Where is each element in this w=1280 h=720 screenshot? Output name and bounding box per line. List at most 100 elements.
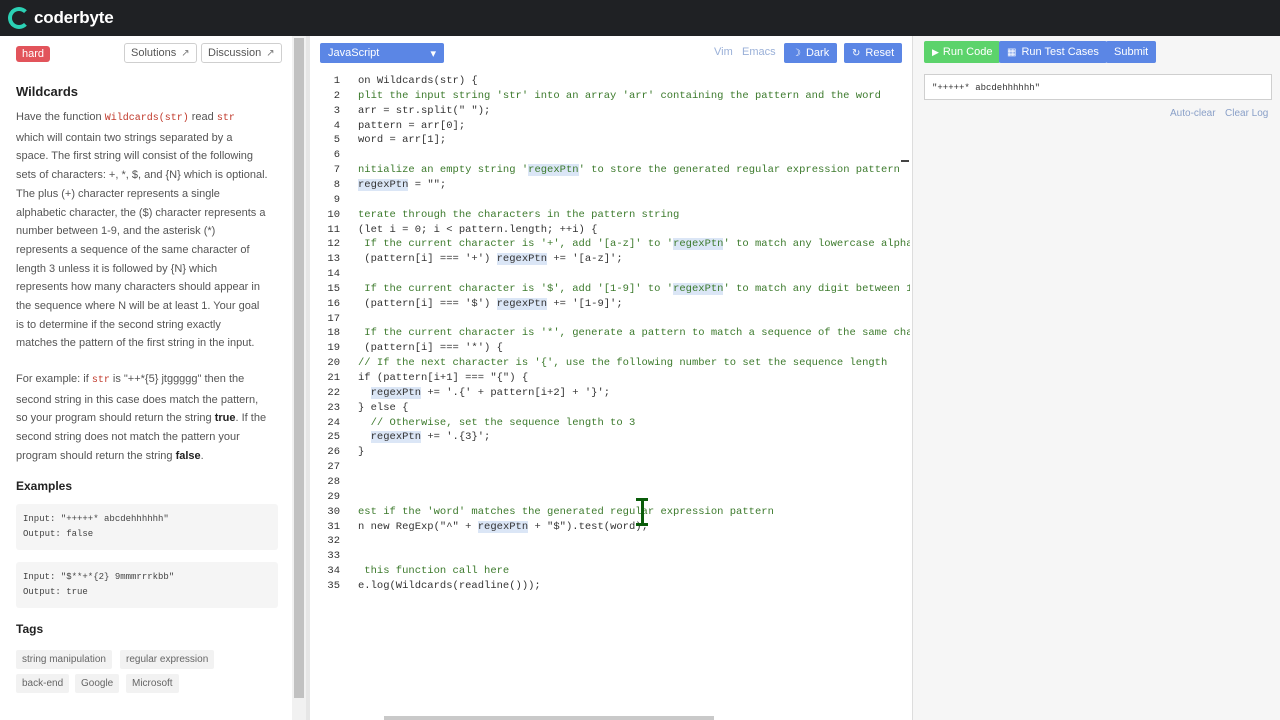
line-number: 6	[333, 149, 340, 162]
code-line[interactable]: 4 pattern = arr[0];	[310, 119, 910, 134]
moon-icon: ☽	[792, 47, 801, 59]
code-line[interactable]: 6	[310, 148, 910, 163]
code-text: pattern = arr[0];	[358, 119, 466, 132]
code-line[interactable]: 31 n new RegExp("^" + regexPtn + "$").tes…	[310, 520, 910, 535]
code-line[interactable]: 32	[310, 534, 910, 549]
line-number: 5	[333, 134, 340, 147]
run-code-label: Run Code	[942, 46, 993, 58]
tag-regular-expression[interactable]: regular expression	[120, 650, 215, 669]
code-line[interactable]: 17	[310, 312, 910, 327]
code-line[interactable]: 1 on Wildcards(str) {	[310, 74, 910, 89]
coderbyte-logo-icon[interactable]	[8, 7, 30, 29]
code-line[interactable]: 14	[310, 267, 910, 282]
line-number: 15	[327, 282, 340, 295]
code-line[interactable]: 12 If the current character is '+', add …	[310, 237, 910, 252]
custom-input-field[interactable]: "+++++* abcdehhhhhh"	[924, 74, 1272, 100]
tag-google[interactable]: Google	[75, 674, 120, 693]
line-number: 10	[327, 208, 340, 221]
code-text: (pattern[i] === '*') {	[358, 342, 503, 355]
line-number: 3	[333, 104, 340, 117]
tag-microsoft[interactable]: Microsoft	[126, 674, 179, 693]
play-icon: ▶	[932, 46, 939, 57]
code-text: terate through the characters in the pat…	[358, 208, 680, 221]
code-text: If the current character is '*', generat…	[358, 327, 910, 340]
line-number: 34	[327, 565, 340, 578]
code-text: If the current character is '+', add '[a…	[358, 238, 910, 251]
code-line[interactable]: 7 nitialize an empty string 'regexPtn' to…	[310, 163, 910, 178]
code-line[interactable]: 25 regexPtn += '.{3}';	[310, 430, 910, 445]
line-number: 2	[333, 89, 340, 102]
desc-text: .	[200, 449, 204, 462]
code-line[interactable]: 22 regexPtn += '.{' + pattern[i+2] + '}'…	[310, 386, 910, 401]
run-test-cases-label: Run Test Cases	[1021, 46, 1099, 58]
code-line[interactable]: 21 if (pattern[i+1] === "{") {	[310, 371, 910, 386]
tag-string-manipulation[interactable]: string manipulation	[16, 650, 112, 669]
solutions-button[interactable]: Solutions ↗	[124, 43, 197, 63]
code-line[interactable]: 5 word = arr[1];	[310, 133, 910, 148]
code-line[interactable]: 30 est if the 'word' matches the generate…	[310, 505, 910, 520]
line-number: 1	[333, 75, 340, 87]
example-output: Output: true	[23, 587, 88, 597]
code-line[interactable]: 8 regexPtn = "";	[310, 178, 910, 193]
vim-mode-toggle[interactable]: Vim	[714, 46, 733, 58]
run-test-cases-button[interactable]: ▦ Run Test Cases	[999, 41, 1107, 63]
discussion-button[interactable]: Discussion ↗	[201, 43, 282, 63]
dark-theme-button[interactable]: ☽ Dark	[784, 43, 838, 63]
problem-panel-scrollbar[interactable]	[292, 36, 306, 720]
auto-clear-toggle[interactable]: Auto-clear	[1170, 108, 1216, 119]
code-text: if (pattern[i+1] === "{") {	[358, 372, 529, 384]
code-line[interactable]: 29	[310, 490, 910, 505]
code-line[interactable]: 33	[310, 549, 910, 564]
desc-text: second string does not match the pattern…	[16, 431, 240, 444]
code-line[interactable]: 23} else {	[310, 401, 910, 416]
editor-horizontal-scrollbar[interactable]	[384, 716, 714, 720]
line-number: 17	[327, 312, 340, 325]
code-text: If the current character is '$', add '[1…	[358, 282, 910, 295]
example-output: Output: false	[23, 529, 94, 539]
code-line[interactable]: 28	[310, 475, 910, 490]
code-line[interactable]: 18 If the current character is '*', gene…	[310, 326, 910, 341]
code-line[interactable]: 13 (pattern[i] === '+') regexPtn += '[a-…	[310, 252, 910, 267]
code-line[interactable]: 10 terate through the characters in the p…	[310, 208, 910, 223]
inline-code: Wildcards(str)	[104, 113, 189, 124]
desc-text: program should return the string	[16, 449, 173, 462]
code-line[interactable]: 24 // Otherwise, set the sequence length…	[310, 416, 910, 431]
code-line[interactable]: 11 (let i = 0; i < pattern.length; ++i) {	[310, 223, 910, 238]
code-text: regexPtn = "";	[358, 178, 447, 191]
desc-text: second string in this case does match th…	[16, 393, 259, 406]
emacs-mode-toggle[interactable]: Emacs	[742, 46, 776, 58]
code-line[interactable]: 2 plit the input string 'str' into an arr…	[310, 89, 910, 104]
brand-name[interactable]: coderbyte	[34, 8, 114, 28]
code-text: } else {	[358, 401, 409, 414]
reset-button[interactable]: ↻ Reset	[844, 43, 903, 63]
code-lines[interactable]: 1 on Wildcards(str) {2 plit the input stri…	[310, 73, 910, 613]
desc-text: represents a sequence of the same charac…	[16, 243, 250, 256]
code-line[interactable]: 9	[310, 193, 910, 208]
tag-back-end[interactable]: back-end	[16, 674, 70, 693]
code-line[interactable]: 35 e.log(Wildcards(readline()));	[310, 579, 910, 594]
code-line[interactable]: 27	[310, 460, 910, 475]
clear-log-button[interactable]: Clear Log	[1225, 108, 1268, 119]
code-line[interactable]: 15 If the current character is '$', add …	[310, 282, 910, 297]
desc-text: is "++*{5} jtggggg" then the	[112, 373, 245, 385]
example-input: Input: "$**+*{2} 9mmmrrrkbb"	[23, 572, 175, 582]
language-select[interactable]: JavaScript ▾	[320, 43, 444, 63]
line-number: 11	[327, 223, 340, 236]
code-line[interactable]: 19 (pattern[i] === '*') {	[310, 341, 910, 356]
code-line[interactable]: 3 arr = str.split(" ");	[310, 104, 910, 119]
scrollbar-thumb[interactable]	[294, 38, 304, 698]
code-line[interactable]: 16 (pattern[i] === '$') regexPtn += '[1-…	[310, 297, 910, 312]
code-text: arr = str.split(" ");	[358, 104, 491, 117]
code-line[interactable]: 20 // If the next character is '{', use t…	[310, 356, 910, 371]
code-line[interactable]: 26}	[310, 445, 910, 460]
code-text: nitialize an empty string 'regexPtn' to …	[358, 164, 900, 177]
code-text: // If the next character is '{', use the…	[358, 357, 888, 370]
run-code-button[interactable]: ▶ Run Code	[924, 41, 1001, 63]
submit-button[interactable]: Submit	[1106, 41, 1157, 63]
desc-text: Have the function	[16, 111, 102, 123]
code-text: word = arr[1];	[358, 134, 447, 147]
code-text: est if the 'word' matches the generated …	[358, 505, 774, 518]
code-line[interactable]: 34 this function call here	[310, 564, 910, 579]
solutions-label: Solutions	[131, 47, 177, 59]
line-number: 32	[327, 535, 340, 548]
